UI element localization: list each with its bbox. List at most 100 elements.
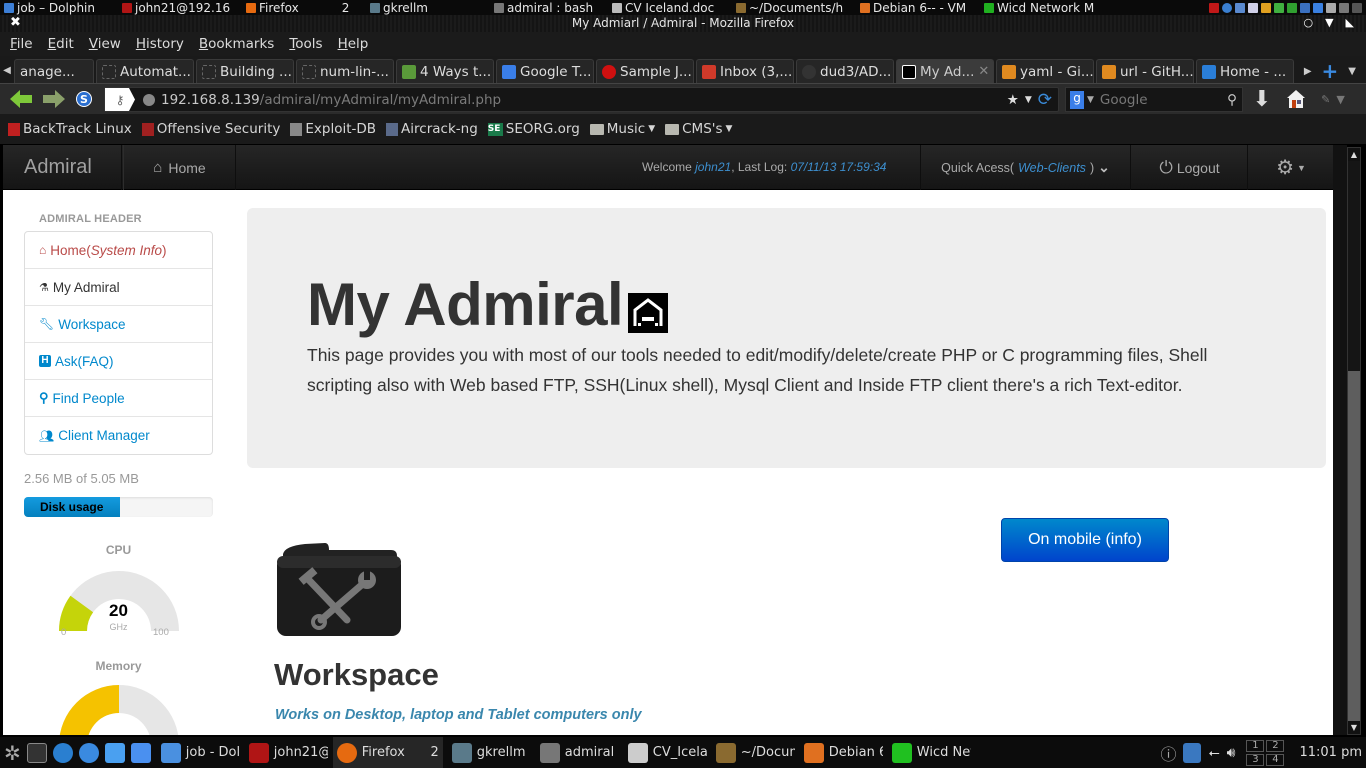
workspace-folder-icon[interactable] bbox=[275, 542, 401, 638]
bookmark-exploitdb[interactable]: Exploit-DB bbox=[290, 121, 376, 137]
window-minimize-icon[interactable]: ▼ bbox=[1325, 16, 1333, 29]
clock[interactable]: 11:01 pm bbox=[1299, 745, 1362, 760]
dolphin-launcher-icon[interactable] bbox=[130, 742, 151, 763]
desktop-1[interactable]: 1 bbox=[1246, 739, 1265, 752]
menu-history[interactable]: History bbox=[136, 36, 184, 52]
bookmark-folder[interactable]: Music ▼ bbox=[589, 121, 655, 137]
back-button[interactable] bbox=[10, 89, 32, 109]
menu-file[interactable]: File bbox=[10, 36, 33, 52]
tab-stackoverflow[interactable]: yaml - Gi... bbox=[996, 59, 1094, 83]
bottom-task-item[interactable]: CV_Iceland bbox=[624, 737, 707, 768]
addon-menu[interactable]: ✎ ▼ bbox=[1318, 89, 1348, 109]
bookmark-offsec[interactable]: Offensive Security bbox=[141, 121, 280, 137]
reload-icon[interactable]: ⟳ bbox=[1038, 90, 1052, 110]
top-task-item[interactable]: Debian 6-- - VM bbox=[856, 0, 980, 15]
tab-admiral[interactable]: My Ad... ✕ bbox=[896, 59, 994, 83]
tab-dropbox[interactable]: Home - ... bbox=[1196, 59, 1294, 83]
scrollbar-thumb[interactable] bbox=[1348, 161, 1360, 371]
menu-help[interactable]: Help bbox=[338, 36, 369, 52]
sidebar-item-home[interactable]: ⌂ Home(System Info) bbox=[25, 232, 212, 269]
tab-scroll-left-icon[interactable]: ◀ bbox=[0, 59, 14, 83]
sync-button[interactable]: S bbox=[75, 89, 93, 109]
settings-dropdown[interactable]: ⚙ ▼ bbox=[1249, 145, 1333, 190]
top-task-item[interactable]: Wicd Network M bbox=[980, 0, 1100, 15]
bottom-task-item[interactable]: Wicd Netw bbox=[888, 737, 971, 768]
top-task-item[interactable]: job – Dolphin bbox=[0, 0, 118, 15]
url-dropdown-icon[interactable]: ▼ bbox=[1025, 95, 1032, 105]
desktop-2[interactable]: 2 bbox=[1266, 739, 1285, 752]
new-tab-icon[interactable]: + bbox=[1322, 59, 1339, 83]
search-bar[interactable]: g ▼ Google ⚲ bbox=[1065, 87, 1243, 112]
bottom-task-item[interactable]: job - Dolph bbox=[157, 737, 240, 768]
network-tray-icon[interactable] bbox=[1235, 2, 1245, 13]
nav-home-link[interactable]: ⌂ Home bbox=[123, 145, 236, 190]
window-maximize-icon[interactable]: ◣ bbox=[1346, 16, 1354, 29]
volume-icon[interactable]: 🔊︎ bbox=[1227, 745, 1236, 761]
tab-none[interactable]: anage... bbox=[14, 59, 94, 83]
bottom-task-item[interactable]: admiral : b bbox=[536, 737, 619, 768]
brand-link[interactable]: Admiral bbox=[3, 145, 122, 190]
scroll-up-icon[interactable]: ▲ bbox=[1348, 148, 1360, 161]
google-engine-icon[interactable]: g bbox=[1070, 90, 1084, 109]
folder-launcher-icon[interactable] bbox=[104, 742, 125, 763]
logout-link[interactable]: ⏻ Logout bbox=[1132, 145, 1248, 190]
menu-tools[interactable]: Tools bbox=[289, 36, 322, 52]
bookmark-se[interactable]: SE SEORG.org bbox=[487, 121, 580, 137]
quick-access-dropdown[interactable]: Quick Acess(Web-Clients) ⌄ bbox=[920, 145, 1131, 190]
terminal-launcher-icon[interactable] bbox=[26, 742, 47, 763]
window-sticky-icon[interactable]: ○ bbox=[1303, 16, 1313, 29]
tab-wikihow[interactable]: 4 Ways t... bbox=[396, 59, 494, 83]
bottom-task-item[interactable]: Debian 6-- bbox=[800, 737, 883, 768]
scroll-down-icon[interactable]: ▼ bbox=[1348, 721, 1360, 734]
bottom-task-item[interactable]: ~/Documer bbox=[712, 737, 795, 768]
forward-button[interactable] bbox=[43, 89, 65, 109]
battery-tray-icon[interactable] bbox=[1326, 2, 1336, 13]
top-task-item[interactable]: gkrellm bbox=[366, 0, 490, 15]
page-scrollbar[interactable]: ▲ ▼ bbox=[1347, 147, 1361, 735]
kde-menu-icon[interactable]: ✲ bbox=[4, 741, 21, 765]
kde-tray-icon[interactable] bbox=[1313, 2, 1323, 13]
bottom-task-item[interactable]: gkrellm bbox=[448, 737, 531, 768]
site-identity-key-icon[interactable]: ⚷ bbox=[105, 88, 135, 111]
tab-google-translate[interactable]: Google T... bbox=[496, 59, 594, 83]
home-button[interactable] bbox=[1285, 89, 1307, 109]
menu-view[interactable]: View bbox=[89, 36, 121, 52]
top-task-item[interactable]: Firefox 2 bbox=[242, 0, 366, 15]
menu-edit[interactable]: Edit bbox=[48, 36, 74, 52]
bookmark-aircrack[interactable]: Aircrack-ng bbox=[386, 121, 478, 137]
monitor-tray-icon[interactable] bbox=[1339, 2, 1349, 13]
top-task-item[interactable]: CV Iceland.doc bbox=[608, 0, 732, 15]
clipboard-tray-icon[interactable] bbox=[1248, 2, 1258, 13]
browser-tray-icon[interactable] bbox=[1222, 2, 1232, 13]
sidebar-item-client-manager[interactable]: 👥︎ Client Manager bbox=[25, 417, 212, 454]
tab-red-ball[interactable]: Sample J... bbox=[596, 59, 694, 83]
sidebar-item-find-people[interactable]: ⚲ Find People bbox=[25, 380, 212, 417]
search-magnifier-icon[interactable]: ⚲ bbox=[1227, 92, 1237, 108]
tab-github[interactable]: dud3/AD... bbox=[796, 59, 894, 83]
bottom-task-item[interactable]: Firefox 2 bbox=[332, 737, 443, 768]
update-tray-icon[interactable] bbox=[1274, 2, 1284, 13]
usb-icon[interactable]: ⭠ bbox=[1208, 745, 1219, 761]
bottom-task-item[interactable]: john21@19 bbox=[245, 737, 328, 768]
menu-bookmarks[interactable]: Bookmarks bbox=[199, 36, 274, 52]
wifi-tray-icon[interactable] bbox=[1287, 2, 1297, 13]
tab-blank[interactable]: num-lin-... bbox=[296, 59, 394, 83]
tab-blank[interactable]: Building ... bbox=[196, 59, 294, 83]
tab-list-dropdown-icon[interactable]: ▼ bbox=[1348, 66, 1356, 77]
tab-scroll-right-icon[interactable]: ▶ bbox=[1304, 66, 1312, 77]
top-task-item[interactable]: admiral : bash bbox=[490, 0, 608, 15]
bookmark-star-icon[interactable]: ★ bbox=[1007, 92, 1019, 108]
bookmark-backtrack[interactable]: BackTrack Linux bbox=[8, 121, 132, 137]
bookmark-folder[interactable]: CMS's ▼ bbox=[665, 121, 732, 137]
desktop-3[interactable]: 3 bbox=[1246, 753, 1265, 766]
info-icon[interactable]: ⓘ bbox=[1160, 741, 1176, 765]
vga-tray-icon[interactable] bbox=[1352, 2, 1362, 13]
tab-blank[interactable]: Automat... bbox=[96, 59, 194, 83]
updates-icon[interactable] bbox=[1183, 742, 1202, 763]
downloads-icon[interactable]: ⬇ bbox=[1252, 87, 1272, 112]
xchat-tray-icon[interactable] bbox=[1261, 2, 1271, 13]
desktop-4[interactable]: 4 bbox=[1266, 753, 1285, 766]
engine-dropdown-icon[interactable]: ▼ bbox=[1087, 95, 1094, 105]
tab-stackoverflow[interactable]: url - GitH... bbox=[1096, 59, 1194, 83]
droplet-tray-icon[interactable] bbox=[1300, 2, 1310, 13]
